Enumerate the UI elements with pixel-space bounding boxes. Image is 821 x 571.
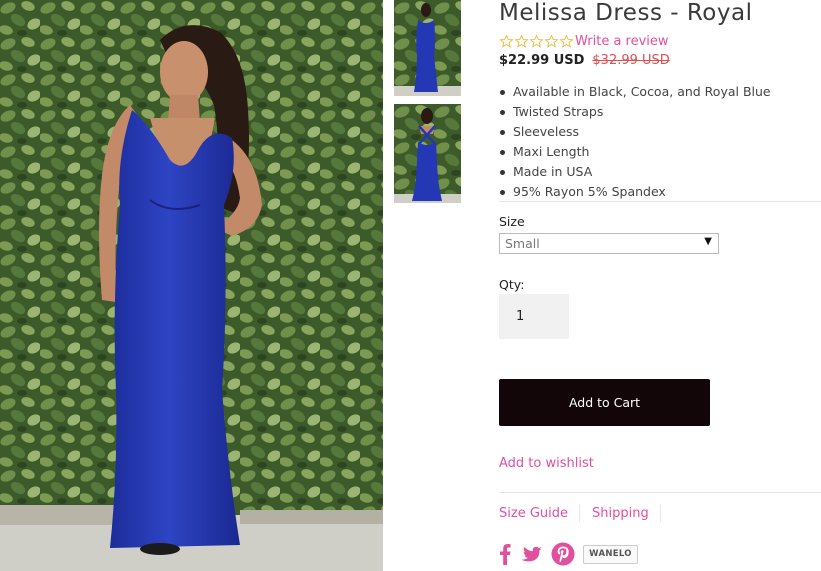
star-icon[interactable] <box>514 34 529 49</box>
size-select[interactable]: Small ▼ <box>499 233 719 254</box>
product-title: Melissa Dress - Royal <box>499 0 753 26</box>
star-rating[interactable] <box>499 34 574 49</box>
qty-label: Qty: <box>499 277 525 292</box>
list-item: Twisted Straps <box>499 103 771 123</box>
chevron-down-icon: ▼ <box>704 236 712 247</box>
wanelo-button[interactable]: WANELO <box>583 544 638 564</box>
size-guide-link[interactable]: Size Guide <box>499 505 580 522</box>
feature-list: Available in Black, Cocoa, and Royal Blu… <box>499 83 771 203</box>
facebook-icon[interactable] <box>499 543 511 565</box>
pinterest-icon[interactable] <box>551 542 575 566</box>
list-item: Made in USA <box>499 163 771 183</box>
rating-row: Write a review <box>499 34 669 49</box>
add-to-wishlist-link[interactable]: Add to wishlist <box>499 456 594 471</box>
thumbnail-front[interactable] <box>394 0 461 96</box>
divider <box>499 201 821 202</box>
quantity-input[interactable]: 1 <box>499 294 569 339</box>
list-item: Available in Black, Cocoa, and Royal Blu… <box>499 83 771 103</box>
info-links: Size Guide Shipping <box>499 505 673 522</box>
current-price: $22.99 USD <box>499 53 585 68</box>
original-price: $32.99 USD <box>592 53 670 68</box>
price-row: $22.99 USD $32.99 USD <box>499 53 670 68</box>
write-review-link[interactable]: Write a review <box>575 34 669 49</box>
size-select-value: Small <box>505 236 540 251</box>
size-label: Size <box>499 214 525 229</box>
main-product-photo[interactable] <box>0 0 383 571</box>
social-share: WANELO <box>499 542 638 566</box>
star-icon[interactable] <box>544 34 559 49</box>
thumbnail-back-image <box>394 104 461 203</box>
twitter-icon[interactable] <box>519 544 543 564</box>
thumbnail-front-image <box>394 0 461 96</box>
dress-photo-image <box>0 0 383 571</box>
list-item: 95% Rayon 5% Spandex <box>499 183 771 203</box>
star-icon[interactable] <box>499 34 514 49</box>
thumbnail-back[interactable] <box>394 104 461 203</box>
list-item: Sleeveless <box>499 123 771 143</box>
divider <box>499 492 821 493</box>
star-icon[interactable] <box>559 34 574 49</box>
star-icon[interactable] <box>529 34 544 49</box>
add-to-cart-button[interactable]: Add to Cart <box>499 379 710 426</box>
shipping-link[interactable]: Shipping <box>592 505 661 522</box>
list-item: Maxi Length <box>499 143 771 163</box>
